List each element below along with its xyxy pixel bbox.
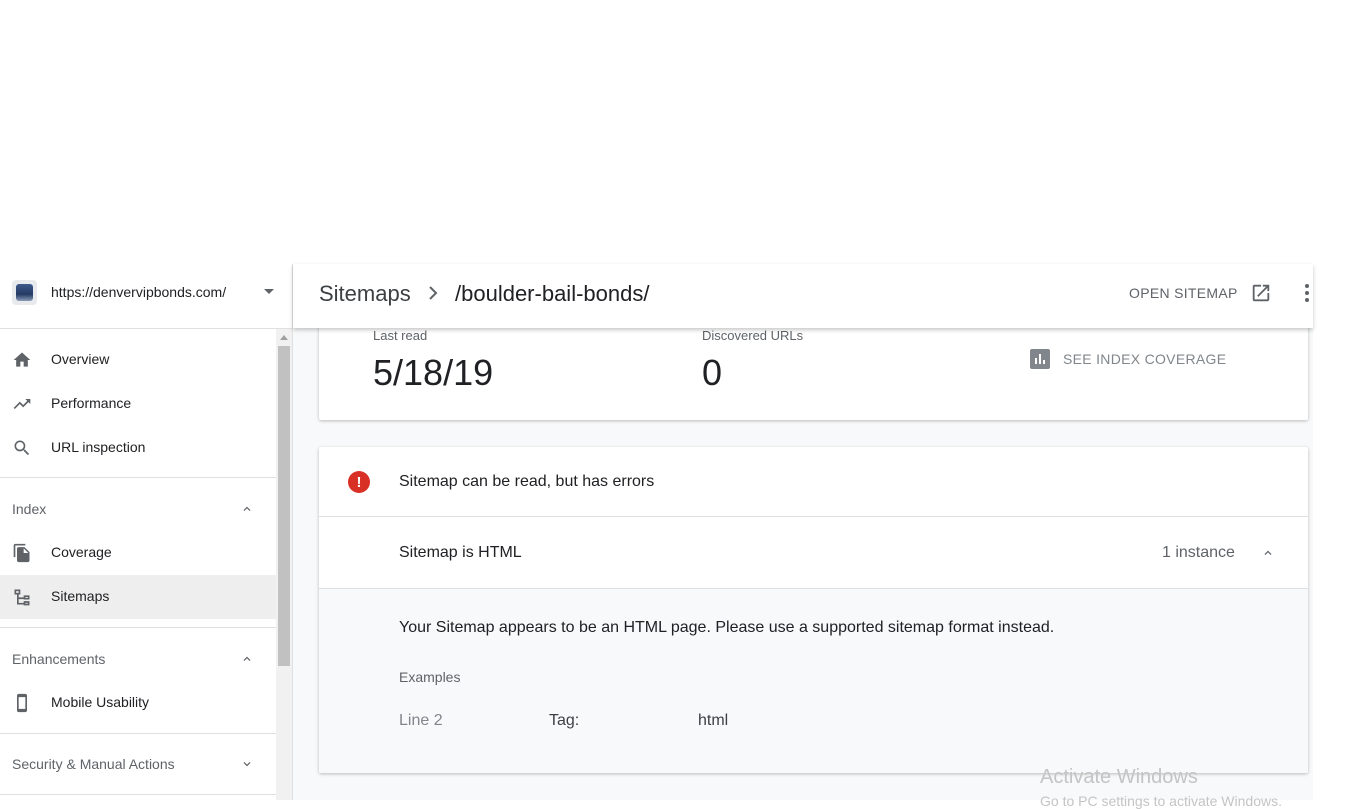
activate-windows-watermark: Activate Windows Go to PC settings to ac… <box>1040 766 1282 809</box>
sidebar-item-label: Performance <box>51 395 132 411</box>
search-icon <box>14 440 30 456</box>
sidebar-nav: Overview Performance URL inspection Inde… <box>0 329 276 800</box>
see-index-coverage-label: SEE INDEX COVERAGE <box>1063 351 1227 367</box>
sidebar: https://denvervipbonds.com/ Overview Per… <box>0 264 293 800</box>
error-icon: ! <box>348 471 370 493</box>
last-read-value: 5/18/19 <box>373 352 494 393</box>
page-header: Sitemaps /boulder-bail-bonds/ OPEN SITEM… <box>293 264 1313 328</box>
sidebar-item-label: Sitemaps <box>51 588 110 604</box>
issue-instance-count: 1 instance <box>1162 544 1235 561</box>
open-sitemap-button[interactable]: OPEN SITEMAP <box>1129 285 1238 301</box>
watermark-title: Activate Windows <box>1040 766 1198 788</box>
phone-icon <box>17 693 27 713</box>
property-selector[interactable]: https://denvervipbonds.com/ <box>0 264 292 329</box>
section-title-index: Index <box>12 501 47 517</box>
issue-details: Your Sitemap appears to be an HTML page.… <box>319 589 1308 773</box>
chevron-down-icon[interactable] <box>240 757 254 771</box>
more-vert-icon[interactable] <box>1299 282 1315 304</box>
example-tag-label: Tag: <box>549 712 580 729</box>
sidebar-item-label: Overview <box>51 351 110 367</box>
sidebar-divider <box>0 627 276 628</box>
right-gutter <box>1313 264 1366 800</box>
example-line: Line 2 <box>399 712 443 729</box>
example-tag-value: html <box>698 712 729 729</box>
sidebar-item-label: Mobile Usability <box>51 694 150 710</box>
examples-label: Examples <box>399 669 461 685</box>
bar-chart-icon <box>1030 349 1050 369</box>
sidebar-item-overview[interactable]: Overview <box>0 338 276 382</box>
chevron-up-icon[interactable] <box>240 502 254 516</box>
home-icon <box>13 352 31 367</box>
sitemap-errors-card: ! Sitemap can be read, but has errors Si… <box>319 447 1308 773</box>
sidebar-item-performance[interactable]: Performance <box>0 382 276 426</box>
property-favicon <box>12 280 37 305</box>
sidebar-divider <box>0 794 276 795</box>
property-url: https://denvervipbonds.com/ <box>51 284 227 300</box>
last-read-label: Last read <box>373 328 428 343</box>
scroll-up-arrow-icon[interactable] <box>280 335 288 340</box>
issue-row[interactable]: Sitemap is HTML 1 instance <box>319 517 1308 589</box>
sidebar-divider <box>0 477 276 478</box>
scrollbar-thumb[interactable] <box>278 346 290 666</box>
sidebar-item-label: Coverage <box>51 544 112 560</box>
issue-detail-message: Your Sitemap appears to be an HTML page.… <box>399 619 1055 636</box>
section-title-enhancements: Enhancements <box>12 651 106 667</box>
sidebar-scrollbar[interactable] <box>276 329 292 800</box>
sidebar-item-sitemaps[interactable]: Sitemaps <box>0 575 276 619</box>
see-index-coverage-button[interactable]: SEE INDEX COVERAGE <box>1030 348 1226 370</box>
sitemap-stats-card: Last read 5/18/19 Discovered URLs 0 SEE … <box>319 328 1308 420</box>
breadcrumb-sitemaps[interactable]: Sitemaps <box>319 281 411 307</box>
sidebar-item-coverage[interactable]: Coverage <box>0 531 276 575</box>
search-console-app: https://denvervipbonds.com/ Overview Per… <box>0 264 1366 800</box>
sidebar-item-mobile-usability[interactable]: Mobile Usability <box>0 681 276 725</box>
sitemap-tree-icon <box>14 589 30 606</box>
sidebar-item-url-inspection[interactable]: URL inspection <box>0 426 276 470</box>
sidebar-item-label: URL inspection <box>51 439 146 455</box>
section-title-security[interactable]: Security & Manual Actions <box>12 756 175 772</box>
watermark-subtitle: Go to PC settings to activate Windows. <box>1040 793 1282 809</box>
sidebar-divider <box>0 733 276 734</box>
discovered-urls-value: 0 <box>702 352 723 393</box>
status-row: ! Sitemap can be read, but has errors <box>319 447 1308 517</box>
chevron-right-icon <box>429 286 438 300</box>
chevron-up-icon[interactable] <box>240 652 254 666</box>
open-in-new-icon[interactable] <box>1250 282 1272 304</box>
discovered-urls-label: Discovered URLs <box>702 328 804 343</box>
trending-up-icon <box>13 399 31 409</box>
dropdown-caret-icon[interactable] <box>264 289 274 294</box>
main-content: Last read 5/18/19 Discovered URLs 0 SEE … <box>293 328 1313 800</box>
page-title: /boulder-bail-bonds/ <box>455 281 650 306</box>
chevron-up-icon[interactable] <box>1261 546 1275 560</box>
copy-pages-icon <box>13 543 30 563</box>
status-message: Sitemap can be read, but has errors <box>399 473 655 490</box>
issue-title: Sitemap is HTML <box>399 544 522 561</box>
